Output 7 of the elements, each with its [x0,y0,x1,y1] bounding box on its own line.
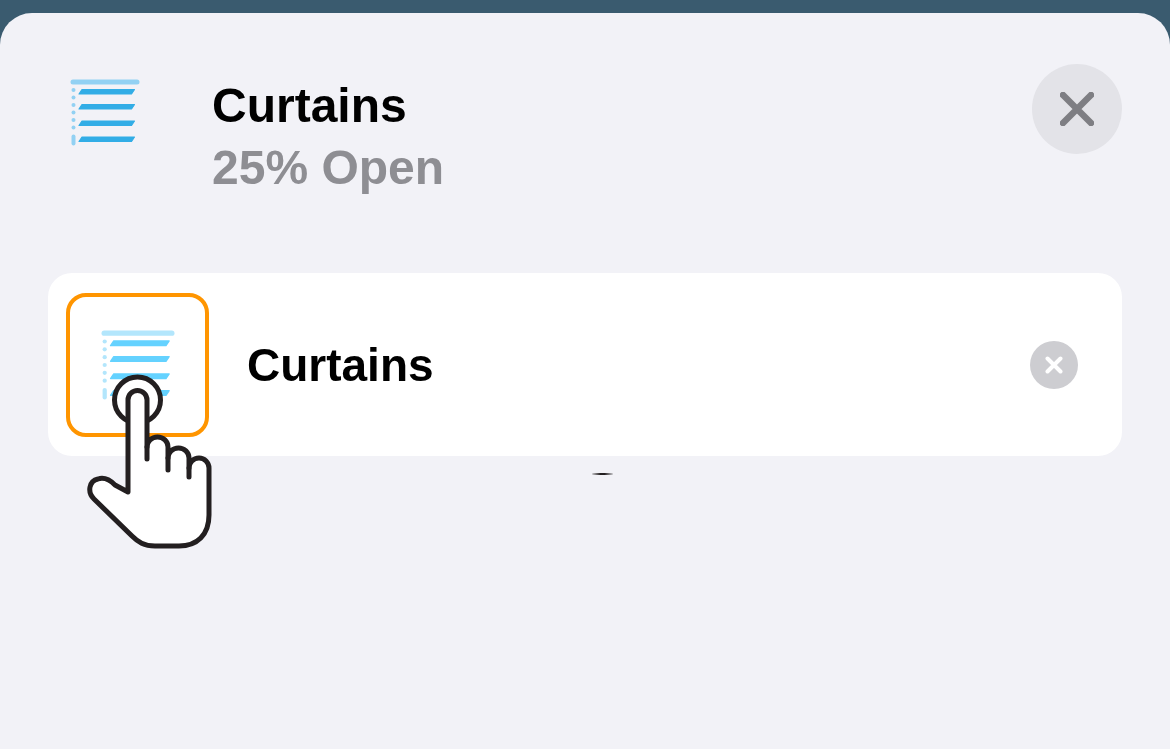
accessory-title: Curtains [212,78,407,134]
close-icon [1060,92,1094,126]
accessory-name: Curtains [247,337,435,392]
dash-mark [592,473,613,475]
accessory-status: 25% Open [212,140,445,196]
remove-icon [1045,355,1063,374]
curtain-icon [70,79,140,146]
